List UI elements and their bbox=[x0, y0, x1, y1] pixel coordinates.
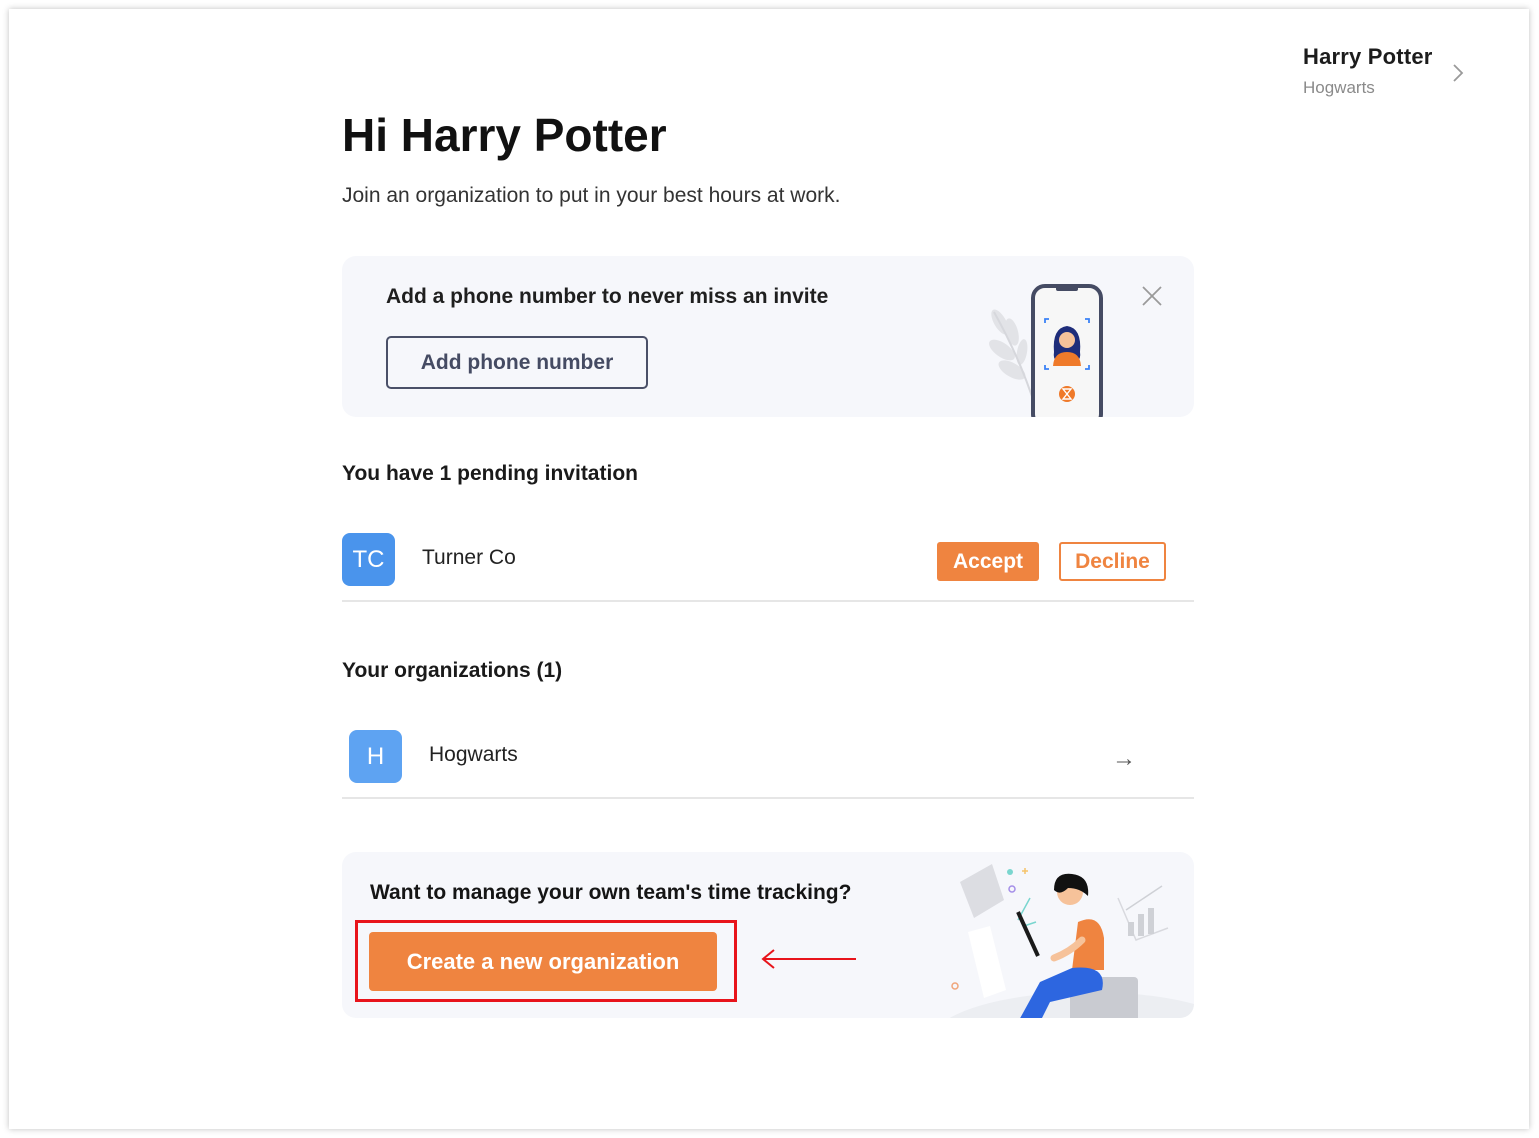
phone-verification-illustration bbox=[989, 284, 1103, 417]
create-organization-button[interactable]: Create a new organization bbox=[369, 932, 717, 991]
arrow-right-icon[interactable]: → bbox=[1112, 745, 1136, 773]
phone-number-banner: Add a phone number to never miss an invi… bbox=[342, 256, 1194, 417]
page-title: Hi Harry Potter bbox=[342, 109, 667, 161]
invitation-row: TC Turner Co Accept Decline bbox=[342, 530, 1194, 602]
decline-button[interactable]: Decline bbox=[1059, 542, 1166, 581]
annotation-arrow-icon bbox=[761, 949, 856, 969]
close-icon[interactable] bbox=[1140, 284, 1164, 308]
invitation-org-name: Turner Co bbox=[422, 546, 516, 569]
add-phone-number-button[interactable]: Add phone number bbox=[386, 336, 648, 389]
page-subtitle: Join an organization to put in your best… bbox=[342, 184, 841, 207]
person-with-laptop-illustration bbox=[949, 864, 1194, 1018]
organizations-heading: Your organizations (1) bbox=[342, 659, 563, 682]
user-organization: Hogwarts bbox=[1303, 78, 1375, 97]
chevron-right-icon bbox=[1453, 64, 1464, 82]
organization-name: Hogwarts bbox=[429, 743, 518, 766]
organization-row[interactable]: H Hogwarts → bbox=[342, 727, 1194, 799]
create-banner-title: Want to manage your own team's time trac… bbox=[370, 881, 852, 904]
user-name: Harry Potter bbox=[1303, 44, 1433, 69]
avatar: H bbox=[349, 730, 402, 783]
accept-button[interactable]: Accept bbox=[937, 542, 1039, 581]
user-menu[interactable]: Harry Potter Hogwarts bbox=[1303, 44, 1464, 98]
avatar: TC bbox=[342, 533, 395, 586]
invitations-heading: You have 1 pending invitation bbox=[342, 462, 638, 485]
create-organization-banner: Want to manage your own team's time trac… bbox=[342, 852, 1194, 1018]
phone-banner-title: Add a phone number to never miss an invi… bbox=[386, 285, 829, 308]
